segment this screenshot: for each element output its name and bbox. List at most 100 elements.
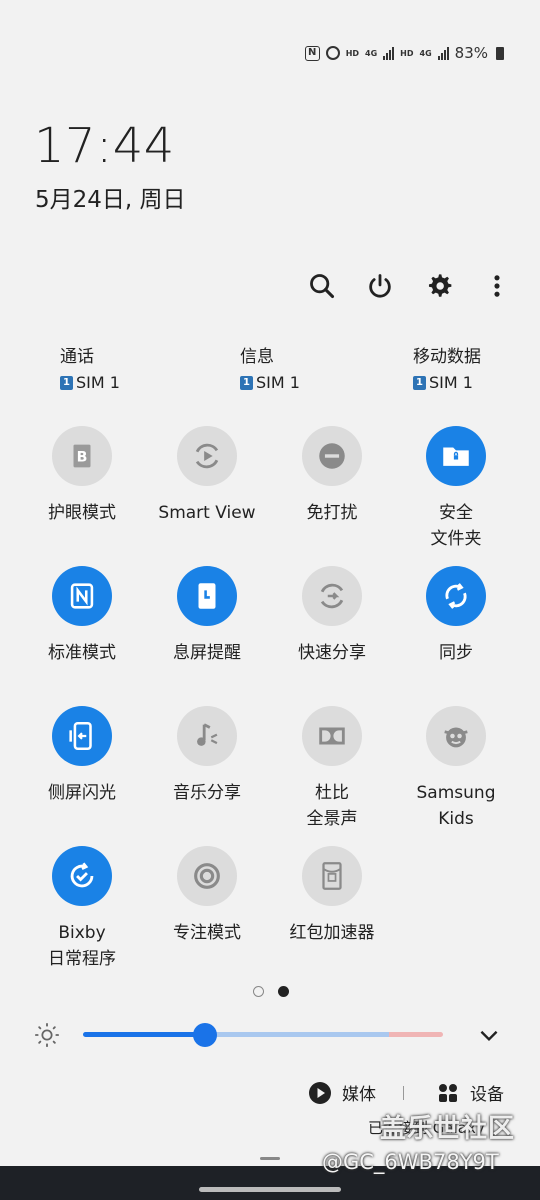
- tile-music-share[interactable]: 音乐分享: [145, 706, 269, 806]
- battery-percent: 83%: [454, 44, 488, 62]
- sim-setting-name: 移动数据: [413, 347, 481, 367]
- edge-lighting-icon: [69, 721, 92, 751]
- page-indicator: [253, 986, 289, 997]
- tile-label: 标准模式: [48, 643, 116, 663]
- tile-focus-mode[interactable]: 专注模式: [145, 846, 269, 946]
- media-label: 媒体: [342, 1085, 376, 1105]
- tile-label: 杜比 全景声: [306, 783, 358, 829]
- tile-button[interactable]: [177, 846, 237, 906]
- signal-icon-2: [437, 46, 449, 60]
- sim-setting-mobile-data[interactable]: 移动数据 1 SIM 1: [413, 342, 481, 392]
- tile-label: 专注模式: [173, 923, 241, 943]
- tile-always-on-display[interactable]: 息屏提醒: [145, 566, 269, 666]
- search-button[interactable]: [300, 264, 344, 308]
- media-devices-row: 媒体 设备: [0, 1076, 540, 1110]
- sim-setting-calls[interactable]: 通话 1 SIM 1: [60, 342, 120, 392]
- search-icon: [310, 274, 335, 299]
- brightness-slider-track[interactable]: [83, 1032, 443, 1037]
- devices-button[interactable]: 设备: [436, 1080, 504, 1105]
- tile-button[interactable]: [302, 566, 362, 626]
- devices-grid-icon: [439, 1083, 457, 1102]
- tile-button[interactable]: [177, 706, 237, 766]
- tile-label: 免打扰: [306, 503, 358, 523]
- quick-share-icon: [320, 583, 344, 609]
- tile-bixby-routines[interactable]: Bixby 日常程序: [20, 846, 144, 972]
- tile-button[interactable]: [52, 846, 112, 906]
- quick-panel-toolbar: [300, 264, 520, 308]
- tile-button[interactable]: [52, 566, 112, 626]
- more-vert-icon: [494, 275, 500, 297]
- music-share-icon: [197, 723, 218, 746]
- chevron-down-icon[interactable]: [476, 1022, 502, 1048]
- tile-button[interactable]: [426, 426, 486, 486]
- sim-badge: 1: [413, 375, 426, 390]
- brightness-slider-thumb[interactable]: [193, 1023, 218, 1047]
- panel-drag-handle[interactable]: [260, 1157, 280, 1160]
- tile-button[interactable]: [302, 706, 362, 766]
- tile-label: 安全 文件夹: [430, 503, 482, 549]
- sim-setting-name: 信息: [240, 347, 274, 367]
- brightness-control: [0, 1018, 540, 1052]
- tile-button[interactable]: [177, 426, 237, 486]
- status-bar: N HD 4G HD 4G 83%: [304, 44, 504, 62]
- settings-button[interactable]: [417, 264, 461, 308]
- tile-secure-folder[interactable]: 安全 文件夹: [394, 426, 518, 552]
- sim-label: SIM 1: [429, 373, 473, 392]
- tile-button[interactable]: [302, 846, 362, 906]
- tile-sync[interactable]: 同步: [394, 566, 518, 666]
- more-options-button[interactable]: [475, 264, 519, 308]
- network-label-2: 4G: [419, 48, 432, 58]
- tile-label: Samsung Kids: [416, 783, 496, 829]
- tile-edge-lighting[interactable]: 侧屏闪光: [20, 706, 144, 806]
- gear-icon: [428, 274, 452, 297]
- tile-dolby-atmos[interactable]: 杜比 全景声: [270, 706, 394, 832]
- play-circle-icon: [309, 1081, 331, 1104]
- tile-button[interactable]: [177, 566, 237, 626]
- nfc-status-icon: N: [304, 45, 320, 61]
- sync-icon: [445, 583, 467, 609]
- media-button[interactable]: 媒体: [308, 1080, 376, 1105]
- tile-label: 护眼模式: [48, 503, 116, 523]
- eye-comfort-icon: B: [73, 444, 91, 468]
- tile-red-envelope[interactable]: 红包加速器: [270, 846, 394, 946]
- red-envelope-icon: [322, 862, 342, 890]
- divider: [403, 1086, 404, 1100]
- tile-quick-share[interactable]: 快速分享: [270, 566, 394, 666]
- smart-view-icon: [195, 443, 219, 469]
- page-dot-2[interactable]: [278, 986, 289, 997]
- signal-icon-1: [383, 46, 395, 60]
- tile-nfc[interactable]: 标准模式: [20, 566, 144, 666]
- secure-folder-icon: [443, 447, 469, 466]
- always-on-display-icon: [198, 583, 216, 609]
- tile-label: 快速分享: [298, 643, 366, 663]
- hd-label-2: HD: [400, 48, 414, 58]
- network-label-1: 4G: [365, 48, 378, 58]
- tile-button[interactable]: [426, 566, 486, 626]
- dolby-atmos-icon: [319, 727, 345, 745]
- page-dot-1[interactable]: [253, 986, 264, 997]
- svg-text:B: B: [77, 450, 88, 466]
- tile-button[interactable]: [302, 426, 362, 486]
- power-button[interactable]: [358, 264, 402, 308]
- tile-label: 侧屏闪光: [48, 783, 116, 803]
- nfc-icon: [70, 583, 94, 609]
- tile-label: Smart View: [158, 503, 256, 523]
- clock-time: 17:44: [34, 118, 175, 174]
- bixby-routines-icon: [70, 862, 94, 888]
- community-watermark: 盖乐世社区: [380, 1114, 516, 1144]
- focus-mode-icon: [194, 863, 220, 889]
- sim-label: SIM 1: [76, 373, 120, 392]
- tile-label: 红包加速器: [289, 923, 375, 943]
- sim-badge: 1: [240, 375, 253, 390]
- home-gesture-bar[interactable]: [199, 1187, 341, 1192]
- tile-smart-view[interactable]: Smart View: [145, 426, 269, 526]
- sim-setting-messages[interactable]: 信息 1 SIM 1: [240, 342, 300, 392]
- tile-button[interactable]: B: [52, 426, 112, 486]
- tile-eye-comfort[interactable]: B 护眼模式: [20, 426, 144, 526]
- tile-do-not-disturb[interactable]: 免打扰: [270, 426, 394, 526]
- clock-date: 5月24日, 周日: [35, 187, 186, 213]
- tile-button[interactable]: [52, 706, 112, 766]
- tile-label: 音乐分享: [173, 783, 241, 803]
- tile-button[interactable]: [426, 706, 486, 766]
- tile-samsung-kids[interactable]: Samsung Kids: [394, 706, 518, 832]
